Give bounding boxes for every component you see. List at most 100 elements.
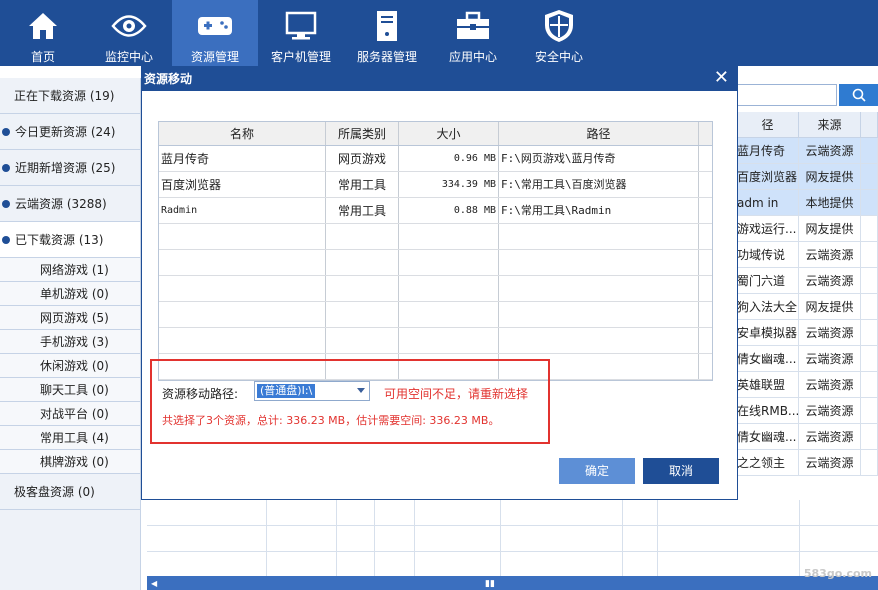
monitor-icon bbox=[284, 6, 318, 46]
cell-size: 334.39 MB bbox=[399, 172, 499, 197]
nav-item-6[interactable]: 安全中心 bbox=[516, 0, 602, 66]
sidebar-subitem-8[interactable]: 棋牌游戏 (0) bbox=[0, 450, 140, 474]
expand-icon[interactable] bbox=[2, 128, 10, 136]
cell-source: 网友提供 bbox=[799, 294, 861, 319]
cell-path: 倩女幽魂... bbox=[737, 424, 799, 449]
cell-path: 游戏运行... bbox=[737, 216, 799, 241]
column-header-path[interactable]: 径 bbox=[737, 112, 799, 137]
cancel-button[interactable]: 取消 bbox=[643, 458, 719, 484]
sidebar-item-4[interactable]: 已下载资源 (13) bbox=[0, 222, 140, 258]
column-header-source[interactable]: 来源 bbox=[799, 112, 861, 137]
sidebar-subitem-label: 休闲游戏 (0) bbox=[40, 359, 109, 373]
cell-path: F:\网页游戏\蓝月传奇 bbox=[499, 146, 699, 171]
home-icon bbox=[27, 6, 59, 46]
cell-source: 本地提供 bbox=[799, 190, 861, 215]
cell-path: 功域传说 bbox=[737, 242, 799, 267]
sidebar-subitem-7[interactable]: 常用工具 (4) bbox=[0, 426, 140, 450]
table-row[interactable]: 蓝月传奇 网页游戏 0.96 MB F:\网页游戏\蓝月传奇 bbox=[159, 146, 712, 172]
sidebar-item-label: 正在下载资源 (19) bbox=[14, 89, 115, 103]
sidebar-item-2[interactable]: 近期新增资源 (25) bbox=[0, 150, 140, 186]
sidebar-subitem-2[interactable]: 网页游戏 (5) bbox=[0, 306, 140, 330]
scroll-left-icon[interactable]: ◀ bbox=[151, 579, 157, 588]
sidebar-item-1[interactable]: 今日更新资源 (24) bbox=[0, 114, 140, 150]
nav-item-3[interactable]: 客户机管理 bbox=[258, 0, 344, 66]
chevron-down-icon[interactable] bbox=[357, 388, 365, 393]
cell-category: 网页游戏 bbox=[326, 146, 399, 171]
expand-icon[interactable] bbox=[2, 200, 10, 208]
empty-table-row bbox=[159, 328, 712, 354]
sidebar-subitem-6[interactable]: 对战平台 (0) bbox=[0, 402, 140, 426]
sidebar-item-label: 极客盘资源 (0) bbox=[14, 485, 95, 499]
column-header-size[interactable]: 大小 bbox=[399, 122, 499, 145]
search-button[interactable] bbox=[839, 84, 878, 106]
cell-path: 蓝月传奇 bbox=[737, 138, 799, 163]
table-row[interactable]: 百度浏览器 网友提供 bbox=[737, 164, 878, 190]
cell-category: 常用工具 bbox=[326, 198, 399, 223]
table-row[interactable]: 百度浏览器 常用工具 334.39 MB F:\常用工具\百度浏览器 bbox=[159, 172, 712, 198]
sidebar: 正在下载资源 (19) 今日更新资源 (24) 近期新增资源 (25) 云端资源 (3… bbox=[0, 78, 141, 590]
sidebar-item-label: 今日更新资源 (24) bbox=[15, 125, 116, 139]
resource-move-dialog: 资源移动 ✕ 名称 所属类别 大小 路径 蓝月传奇 网页游戏 0.96 MB F:\网… bbox=[141, 66, 738, 500]
expand-icon[interactable] bbox=[2, 164, 10, 172]
table-row[interactable]: 英雄联盟 云端资源 bbox=[737, 372, 878, 398]
sidebar-item-3[interactable]: 云端资源 (3288) bbox=[0, 186, 140, 222]
nav-item-2[interactable]: 资源管理 bbox=[172, 0, 258, 66]
eye-icon bbox=[111, 6, 147, 46]
sidebar-subitem-label: 网页游戏 (5) bbox=[40, 311, 109, 325]
horizontal-scrollbar[interactable]: ◀ ▮▮ bbox=[147, 576, 878, 590]
table-row[interactable]: Radmin 常用工具 0.88 MB F:\常用工具\Radmin bbox=[159, 198, 712, 224]
nav-item-0[interactable]: 首页 bbox=[0, 0, 86, 66]
move-path-select[interactable]: (普通盘)I:\ bbox=[254, 381, 370, 401]
table-row[interactable]: 在线RMB... 云端资源 bbox=[737, 398, 878, 424]
table-row[interactable]: 倩女幽魂... 云端资源 bbox=[737, 346, 878, 372]
nav-item-4[interactable]: 服务器管理 bbox=[344, 0, 430, 66]
dialog-body: 名称 所属类别 大小 路径 蓝月传奇 网页游戏 0.96 MB F:\网页游戏\蓝月传… bbox=[142, 91, 737, 499]
shield-icon bbox=[543, 6, 575, 46]
selection-summary: 共选择了3个资源，总计: 336.23 MB，估计需要空间: 336.23 MB… bbox=[162, 414, 500, 427]
cell-category: 常用工具 bbox=[326, 172, 399, 197]
cell-source: 云端资源 bbox=[799, 320, 861, 345]
table-row[interactable]: 游戏运行... 网友提供 bbox=[737, 216, 878, 242]
gamepad-icon bbox=[196, 6, 234, 46]
nav-item-1[interactable]: 监控中心 bbox=[86, 0, 172, 66]
move-path-value: (普通盘)I:\ bbox=[257, 384, 316, 398]
nav-item-5[interactable]: 应用中心 bbox=[430, 0, 516, 66]
move-path-label: 资源移动路径: bbox=[162, 387, 239, 401]
table-row[interactable]: 安卓模拟器 云端资源 bbox=[737, 320, 878, 346]
nav-item-label: 服务器管理 bbox=[356, 50, 417, 64]
table-header: 名称 所属类别 大小 路径 bbox=[159, 122, 712, 146]
table-row[interactable]: 功域传说 云端资源 bbox=[737, 242, 878, 268]
table-row[interactable]: 蜀门六道 云端资源 bbox=[737, 268, 878, 294]
cell-size: 0.88 MB bbox=[399, 198, 499, 223]
ok-button[interactable]: 确定 bbox=[559, 458, 635, 484]
sidebar-item-geek-disk[interactable]: 极客盘资源 (0) bbox=[0, 474, 140, 510]
column-header-path[interactable]: 路径 bbox=[499, 122, 699, 145]
sidebar-subitem-0[interactable]: 网络游戏 (1) bbox=[0, 258, 140, 282]
table-row[interactable]: 蓝月传奇 云端资源 bbox=[737, 138, 878, 164]
sidebar-subitem-3[interactable]: 手机游戏 (3) bbox=[0, 330, 140, 354]
expand-icon[interactable] bbox=[2, 236, 10, 244]
top-navigation: 首页 监控中心 资源管理 客户机管理 服务器管理 应用中心 安全中心 bbox=[0, 0, 878, 66]
cell-source: 云端资源 bbox=[799, 424, 861, 449]
column-header-name[interactable]: 名称 bbox=[159, 122, 326, 145]
column-header-category[interactable]: 所属类别 bbox=[326, 122, 399, 145]
sidebar-item-label: 云端资源 (3288) bbox=[15, 197, 107, 211]
table-row[interactable]: 之之领主 云端资源 bbox=[737, 450, 878, 476]
cell-path: adm in bbox=[737, 190, 799, 215]
sidebar-subitem-label: 常用工具 (4) bbox=[40, 431, 109, 445]
sidebar-subitem-1[interactable]: 单机游戏 (0) bbox=[0, 282, 140, 306]
cell-path: F:\常用工具\Radmin bbox=[499, 198, 699, 223]
search-input[interactable] bbox=[737, 84, 837, 106]
sidebar-item-0[interactable]: 正在下载资源 (19) bbox=[0, 78, 140, 114]
close-icon[interactable]: ✕ bbox=[714, 67, 729, 89]
sidebar-subitem-4[interactable]: 休闲游戏 (0) bbox=[0, 354, 140, 378]
scroll-thumb[interactable]: ▮▮ bbox=[485, 579, 495, 589]
table-row[interactable]: 狗入法大全 网友提供 bbox=[737, 294, 878, 320]
table-row[interactable]: adm in 本地提供 bbox=[737, 190, 878, 216]
empty-table-row bbox=[159, 302, 712, 328]
table-header: 径来源 bbox=[737, 112, 878, 138]
cell-path: 在线RMB... bbox=[737, 398, 799, 423]
sidebar-subitem-5[interactable]: 聊天工具 (0) bbox=[0, 378, 140, 402]
table-row[interactable]: 倩女幽魂... 云端资源 bbox=[737, 424, 878, 450]
sidebar-subitem-label: 网络游戏 (1) bbox=[40, 263, 109, 277]
